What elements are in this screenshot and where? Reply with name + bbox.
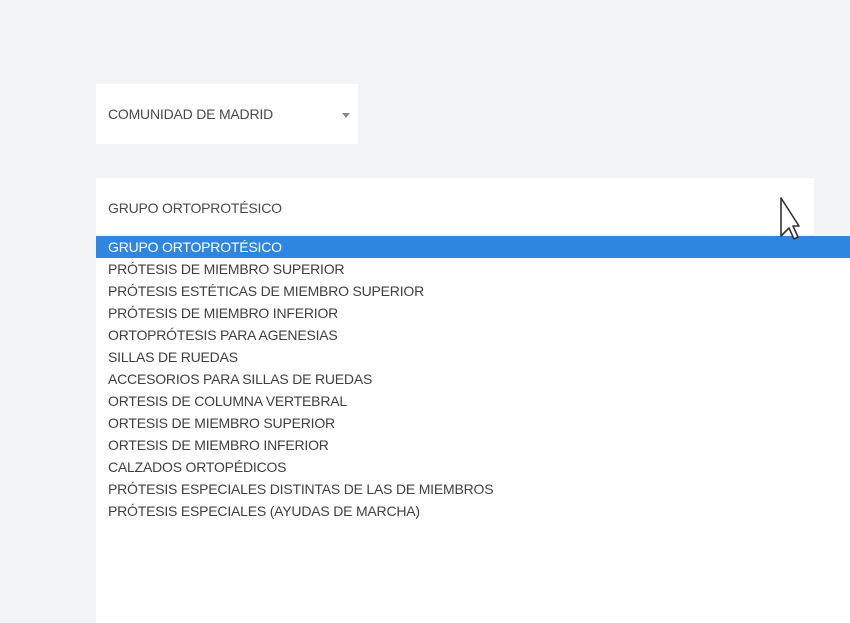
dropdown-option[interactable]: ORTOPRÓTESIS PARA AGENESIAS [96, 324, 850, 346]
dropdown-option[interactable]: PRÓTESIS DE MIEMBRO INFERIOR [96, 302, 850, 324]
dropdown-option[interactable]: ACCESORIOS PARA SILLAS DE RUEDAS [96, 368, 850, 390]
group-select-value: GRUPO ORTOPROTÉSICO [108, 200, 282, 216]
group-select[interactable]: GRUPO ORTOPROTÉSICO [96, 178, 814, 234]
dropdown-option[interactable]: CALZADOS ORTOPÉDICOS [96, 456, 850, 478]
region-select[interactable]: COMUNIDAD DE MADRID [96, 84, 358, 144]
dropdown-option[interactable]: SILLAS DE RUEDAS [96, 346, 850, 368]
dropdown-option[interactable]: ORTESIS DE MIEMBRO INFERIOR [96, 434, 850, 456]
dropdown-option[interactable]: ORTESIS DE COLUMNA VERTEBRAL [96, 390, 850, 412]
page: COMUNIDAD DE MADRID GRUPO ORTOPROTÉSICO … [0, 0, 850, 623]
dropdown-option[interactable]: PRÓTESIS ESPECIALES DISTINTAS DE LAS DE … [96, 478, 850, 500]
dropdown-option[interactable]: ORTESIS DE MIEMBRO SUPERIOR [96, 412, 850, 434]
chevron-down-icon [342, 113, 350, 118]
group-select-dropdown: GRUPO ORTOPROTÉSICO PRÓTESIS DE MIEMBRO … [96, 236, 850, 623]
dropdown-option[interactable]: PRÓTESIS DE MIEMBRO SUPERIOR [96, 258, 850, 280]
dropdown-option[interactable]: PRÓTESIS ESPECIALES (AYUDAS DE MARCHA) [96, 500, 850, 522]
dropdown-option[interactable]: PRÓTESIS ESTÉTICAS DE MIEMBRO SUPERIOR [96, 280, 850, 302]
dropdown-option[interactable]: GRUPO ORTOPROTÉSICO [96, 236, 850, 258]
region-select-value: COMUNIDAD DE MADRID [108, 106, 273, 122]
